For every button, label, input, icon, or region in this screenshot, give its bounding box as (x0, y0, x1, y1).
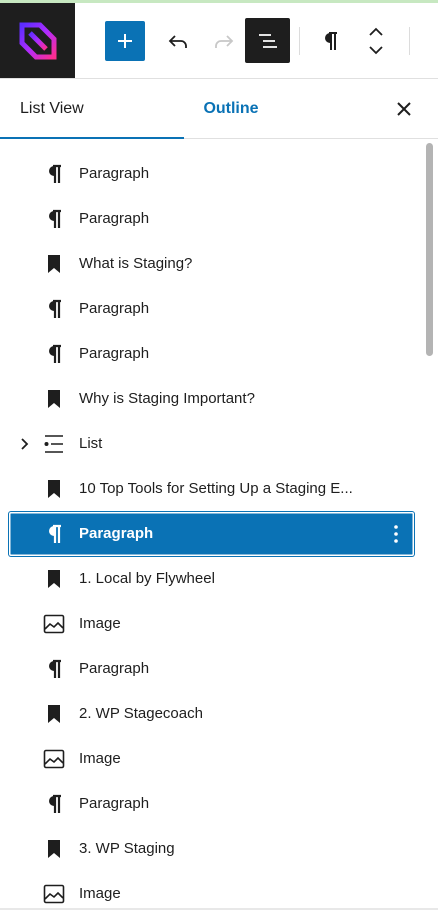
redo-icon (215, 35, 234, 48)
list-item-label: Image (79, 615, 121, 632)
chevron-up-down-icon (369, 27, 383, 55)
bookmark-icon (42, 567, 66, 591)
image-icon (42, 882, 66, 906)
list-item-label: Paragraph (79, 525, 154, 542)
list-item-label: Paragraph (79, 300, 150, 317)
list-scrollbar[interactable] (426, 143, 433, 356)
bookmark-icon (42, 477, 66, 501)
editor-toolbar (0, 3, 438, 79)
close-icon (397, 102, 411, 116)
list-item[interactable]: Image (0, 602, 420, 646)
image-icon (42, 747, 66, 771)
list-item-label: 1. Local by Flywheel (79, 570, 215, 587)
block-type-button[interactable] (312, 21, 348, 61)
list-view-tree: Paragraph Paragraph What is Staging? Paragr… (0, 140, 438, 910)
redo-button[interactable] (206, 21, 242, 61)
bookmark-icon (42, 387, 66, 411)
logo-icon (19, 22, 56, 59)
list-item[interactable]: List (0, 422, 420, 466)
pilcrow-icon (325, 32, 337, 50)
list-item[interactable]: Paragraph (0, 332, 420, 376)
pilcrow-icon (42, 657, 66, 681)
list-icon (42, 432, 66, 456)
list-item-label: Paragraph (79, 660, 150, 677)
tab-outline[interactable]: Outline (184, 80, 278, 138)
bookmark-icon (42, 837, 66, 861)
list-item-label: List (79, 435, 103, 452)
list-item-label: 3. WP Staging (79, 840, 175, 857)
list-item-label: Paragraph (79, 345, 150, 362)
sidebar-tabs: List View Outline (0, 80, 438, 139)
list-item-label: Paragraph (79, 795, 150, 812)
list-item[interactable]: Why is Staging Important? (0, 377, 420, 421)
undo-icon (168, 35, 187, 48)
tab-list-view-label: List View (20, 100, 84, 117)
list-item[interactable]: 1. Local by Flywheel (0, 557, 420, 601)
tab-outline-label: Outline (203, 100, 259, 117)
toolbar-divider (409, 27, 410, 55)
list-item[interactable]: Paragraph (0, 197, 420, 241)
pilcrow-icon (42, 297, 66, 321)
list-item-label: Paragraph (79, 210, 150, 227)
add-block-button[interactable] (105, 21, 145, 61)
list-view-icon (258, 33, 277, 48)
list-item[interactable]: 10 Top Tools for Setting Up a Staging E.… (0, 467, 420, 511)
list-item[interactable]: 2. WP Stagecoach (0, 692, 420, 736)
list-item-label: Why is Staging Important? (79, 390, 255, 407)
close-sidebar-button[interactable] (392, 97, 416, 121)
pilcrow-icon (42, 522, 66, 546)
image-icon (42, 612, 66, 636)
chevron-right-icon[interactable] (16, 434, 32, 454)
move-up-down-button[interactable] (358, 17, 394, 65)
list-item[interactable]: Paragraph (0, 287, 420, 331)
list-item[interactable]: Paragraph (0, 647, 420, 691)
list-item[interactable]: Paragraph (9, 512, 414, 556)
list-item-label: Image (79, 885, 121, 902)
toolbar-divider (299, 27, 300, 55)
pilcrow-icon (42, 207, 66, 231)
list-item-label: 10 Top Tools for Setting Up a Staging E.… (79, 480, 353, 497)
pilcrow-icon (42, 792, 66, 816)
list-item-label: Paragraph (79, 165, 150, 182)
pilcrow-icon (42, 342, 66, 366)
list-item[interactable]: Paragraph (0, 152, 420, 196)
list-item[interactable]: Image (0, 737, 420, 781)
list-item-label: 2. WP Stagecoach (79, 705, 203, 722)
site-logo[interactable] (0, 3, 75, 78)
bookmark-icon (42, 702, 66, 726)
bookmark-icon (42, 252, 66, 276)
pilcrow-icon (42, 162, 66, 186)
list-item[interactable]: 3. WP Staging (0, 827, 420, 871)
plus-icon (118, 34, 132, 48)
list-item[interactable]: Paragraph (0, 782, 420, 826)
list-item[interactable]: What is Staging? (0, 242, 420, 286)
document-overview-button[interactable] (245, 18, 290, 63)
list-item-label: What is Staging? (79, 255, 193, 272)
list-item[interactable]: Image (0, 872, 420, 910)
list-item-label: Image (79, 750, 121, 767)
undo-button[interactable] (160, 21, 196, 61)
tab-list-view[interactable]: List View (0, 80, 184, 139)
more-options-icon[interactable] (386, 522, 406, 546)
